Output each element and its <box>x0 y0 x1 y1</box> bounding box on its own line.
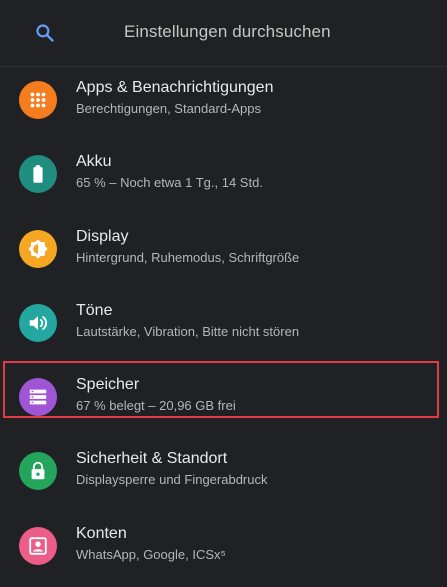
settings-item-battery[interactable]: Akku 65 % – Noch etwa 1 Tg., 14 Std. <box>0 141 447 215</box>
settings-list: Apps & Benachrichtigungen Berechtigungen… <box>0 67 447 587</box>
battery-icon <box>33 165 43 184</box>
settings-item-subtitle: Lautstärke, Vibration, Bitte nicht störe… <box>76 323 300 339</box>
settings-item-apps[interactable]: Apps & Benachrichtigungen Berechtigungen… <box>0 67 447 141</box>
display-icon-badge <box>19 229 57 268</box>
settings-item-sound[interactable]: Töne Lautstärke, Vibration, Bitte nicht … <box>0 290 447 364</box>
account-icon <box>29 537 47 555</box>
settings-item-subtitle: 67 % belegt – 20,96 GB frei <box>76 398 236 414</box>
settings-item-title: Apps & Benachrichtigungen <box>76 79 274 96</box>
storage-icon-badge <box>19 378 57 417</box>
settings-item-display[interactable]: Display Hintergrund, Ruhemodus, Schriftg… <box>0 216 447 290</box>
settings-item-title: Display <box>76 227 129 245</box>
search-placeholder[interactable]: Einstellungen durchsuchen <box>124 22 331 42</box>
settings-item-title: Akku <box>76 153 112 171</box>
settings-item-accounts[interactable]: Konten WhatsApp, Google, ICSx⁵ <box>0 513 447 587</box>
battery-icon-badge <box>19 155 57 194</box>
settings-item-title: Speicher <box>76 376 140 394</box>
settings-item-security[interactable]: Sicherheit & Standort Displaysperre und … <box>0 438 447 512</box>
apps-icon-badge <box>19 81 57 119</box>
settings-item-title: Töne <box>76 301 113 319</box>
storage-icon <box>29 389 47 405</box>
search-icon[interactable] <box>35 23 55 43</box>
settings-item-subtitle: Displaysperre und Fingerabdruck <box>76 472 268 488</box>
settings-item-storage[interactable]: Speicher 67 % belegt – 20,96 GB frei <box>0 364 447 438</box>
settings-item-title: Sicherheit & Standort <box>76 450 228 468</box>
volume-icon <box>29 316 47 330</box>
settings-item-subtitle: Berechtigungen, Standard-Apps <box>76 101 262 116</box>
search-bar[interactable]: Einstellungen durchsuchen <box>0 0 447 66</box>
brightness-icon <box>28 238 48 259</box>
accounts-icon-badge <box>19 526 57 565</box>
sound-icon-badge <box>19 303 57 342</box>
settings-item-subtitle: 65 % – Noch etwa 1 Tg., 14 Std. <box>76 175 263 191</box>
settings-item-subtitle: WhatsApp, Google, ICSx⁵ <box>76 546 226 562</box>
settings-item-title: Konten <box>76 524 127 542</box>
lock-icon <box>31 462 45 480</box>
settings-item-subtitle: Hintergrund, Ruhemodus, Schriftgröße <box>76 249 300 265</box>
security-icon-badge <box>19 452 57 491</box>
apps-grid-icon <box>30 92 46 108</box>
